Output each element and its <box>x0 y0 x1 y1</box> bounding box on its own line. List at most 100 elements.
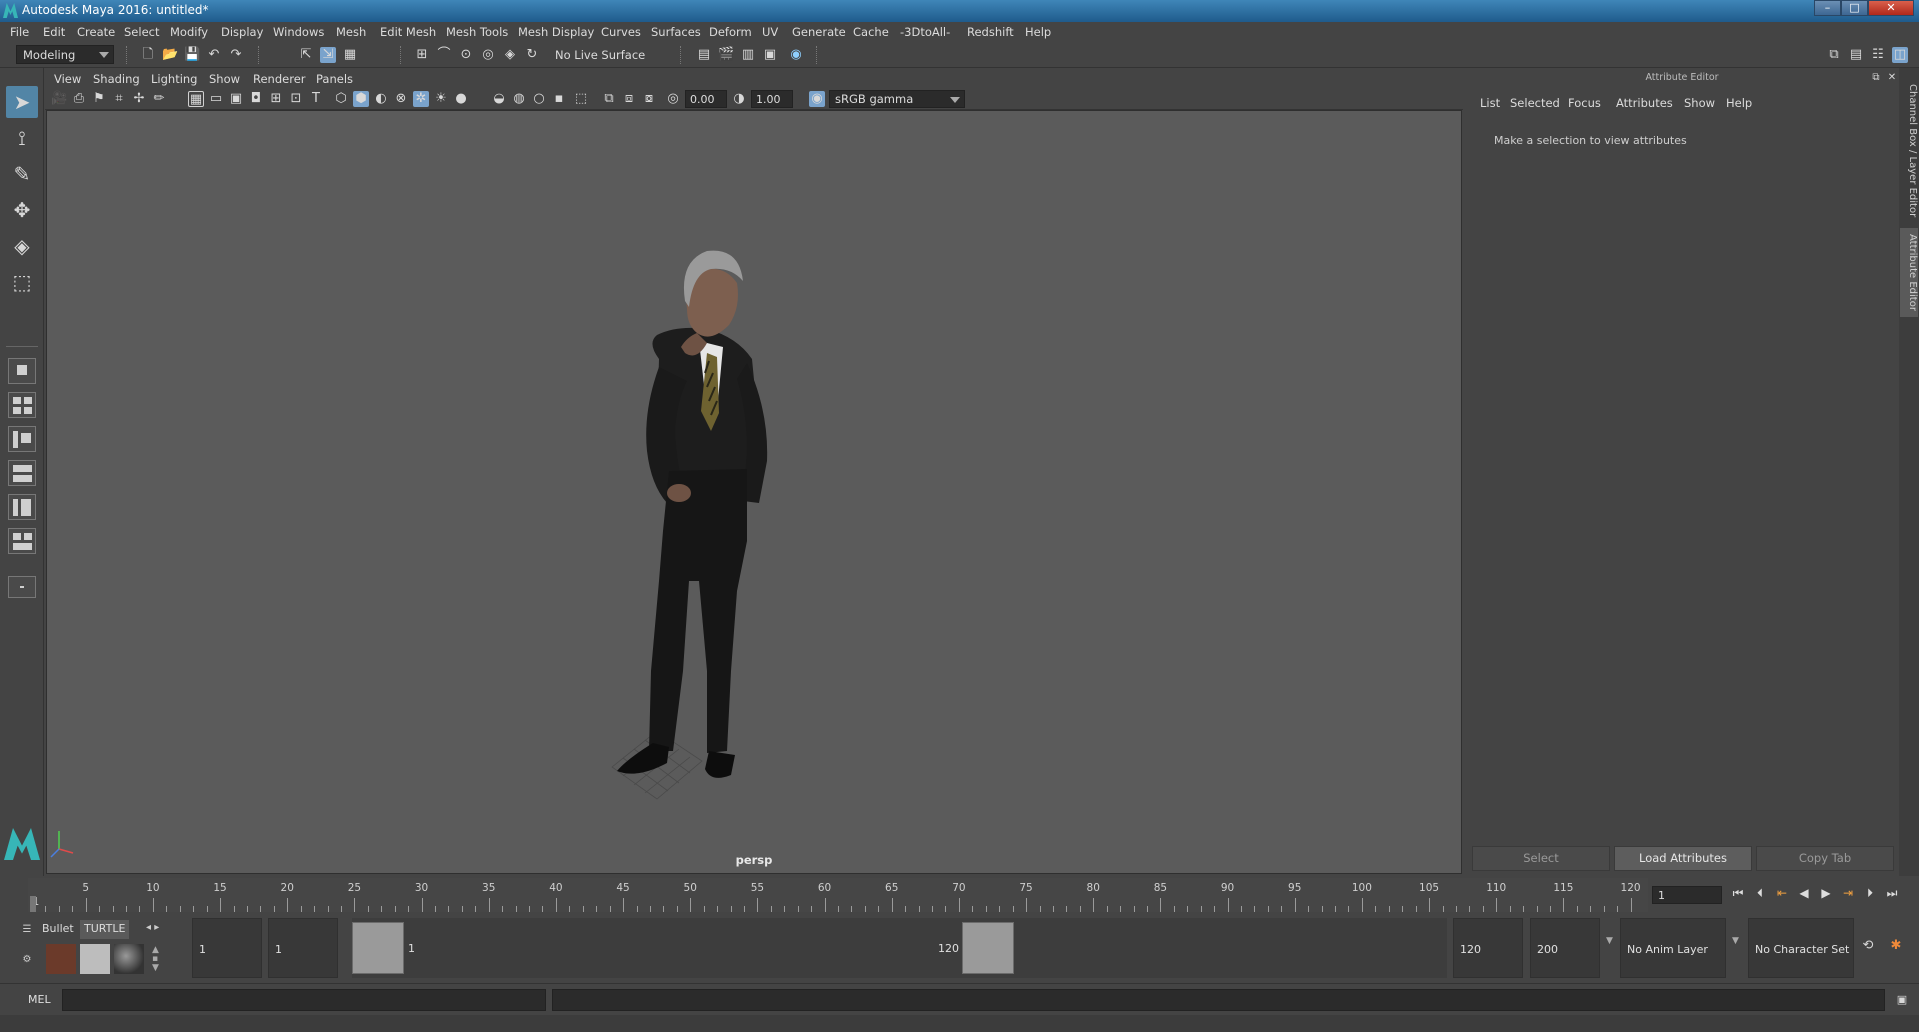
image-plane-icon[interactable]: ⌗ <box>111 91 127 107</box>
persp-hypershade-layout-icon[interactable] <box>8 494 36 520</box>
playback-start-field[interactable]: 1 <box>268 918 338 978</box>
menu-deform[interactable]: Deform <box>709 25 752 39</box>
camera-icon[interactable]: 🎥 <box>51 91 67 107</box>
xray-components-icon[interactable]: ⧈ <box>621 91 637 107</box>
select-component-icon[interactable]: ▦ <box>342 47 358 63</box>
use-all-lights-icon[interactable]: ✲ <box>413 91 429 107</box>
render-view-icon[interactable]: ▣ <box>762 47 778 63</box>
depth-of-field-icon[interactable]: ○ <box>531 91 547 107</box>
save-scene-icon[interactable]: 💾 <box>184 47 200 63</box>
menu-curves[interactable]: Curves <box>601 25 641 39</box>
character-set-dropdown[interactable]: No Character Set <box>1748 918 1854 978</box>
snap-surface-icon[interactable]: ◈ <box>502 47 518 63</box>
auto-key-icon[interactable]: ⟲ <box>1860 938 1876 954</box>
step-back-key-icon[interactable]: ⇤ <box>1772 886 1792 904</box>
exposure-icon[interactable]: ◎ <box>665 91 681 107</box>
step-back-frame-icon[interactable]: ⏴ <box>1750 886 1770 904</box>
menu-mesh[interactable]: Mesh <box>336 25 366 39</box>
field-chart-icon[interactable]: ⊞ <box>268 91 284 107</box>
move-tool-icon[interactable]: ✥ <box>6 194 38 226</box>
safe-title-icon[interactable]: T <box>308 91 324 107</box>
shelf-settings-icon[interactable]: ⚙ <box>20 954 34 968</box>
attr-menu-focus[interactable]: Focus <box>1568 96 1601 110</box>
four-view-layout-icon[interactable] <box>8 392 36 418</box>
redo-icon[interactable]: ↷ <box>228 47 244 63</box>
grease-pencil-icon[interactable]: ✏ <box>151 91 167 107</box>
motion-blur-icon[interactable]: ◒ <box>491 91 507 107</box>
menu-cache[interactable]: Cache <box>853 25 889 39</box>
redshift-shelf-icon[interactable] <box>46 944 76 974</box>
shadows-icon[interactable]: ☀ <box>433 91 449 107</box>
anim-layer-dropdown[interactable]: No Anim Layer <box>1620 918 1726 978</box>
gate-mask-icon[interactable]: ◘ <box>248 91 264 107</box>
safe-action-icon[interactable]: ⊡ <box>288 91 304 107</box>
mode-dropdown[interactable]: Modeling <box>16 45 114 64</box>
animation-preferences-icon[interactable]: ✱ <box>1888 938 1904 954</box>
time-ruler[interactable]: 1 5 10 15 20 25 30 35 40 45 50 55 60 65 70 75 80 85 90 95 10… <box>28 878 1648 912</box>
range-start-handle[interactable] <box>352 922 404 974</box>
go-to-start-icon[interactable]: ⏮ <box>1728 886 1748 904</box>
menu-display[interactable]: Display <box>221 25 263 39</box>
bookmark-icon[interactable]: ⚑ <box>91 91 107 107</box>
live-surface-label[interactable]: No Live Surface <box>555 48 645 62</box>
shelf-tab-scroll-icon[interactable]: ◂ ▸ <box>146 922 159 933</box>
close-panel-icon[interactable]: ✕ <box>1884 70 1900 86</box>
tool-settings-icon[interactable]: ☷ <box>1870 47 1886 63</box>
snap-point-icon[interactable]: ⊙ <box>458 47 474 63</box>
attr-menu-attributes[interactable]: Attributes <box>1616 96 1673 110</box>
script-editor-icon[interactable]: ▣ <box>1894 992 1910 1008</box>
attribute-editor-tab[interactable]: Attribute Editor <box>1900 228 1918 317</box>
menu-edit[interactable]: Edit <box>43 25 65 39</box>
menu-edit-mesh[interactable]: Edit Mesh <box>380 25 436 39</box>
gamma-icon[interactable]: ◑ <box>731 91 747 107</box>
ipr-render-icon[interactable]: ▥ <box>740 47 756 63</box>
snap-live-icon[interactable]: ↻ <box>524 47 540 63</box>
resolution-gate-icon[interactable]: ▣ <box>228 91 244 107</box>
snap-view-icon[interactable]: ◎ <box>480 47 496 63</box>
render-settings-icon[interactable]: ▤ <box>696 47 712 63</box>
panel-menu-show[interactable]: Show <box>209 72 240 86</box>
film-gate-icon[interactable]: ▭ <box>208 91 224 107</box>
scale-tool-icon[interactable]: ⬚ <box>6 266 38 298</box>
color-management-icon[interactable]: ◉ <box>809 91 825 107</box>
channel-box-tab[interactable]: Channel Box / Layer Editor <box>1900 78 1918 223</box>
panel-menu-shading[interactable]: Shading <box>93 72 140 86</box>
menu-surfaces[interactable]: Surfaces <box>651 25 701 39</box>
float-panel-icon[interactable]: ⧉ <box>1868 70 1884 86</box>
modeling-toolkit-icon[interactable]: ⧉ <box>1826 47 1842 63</box>
screen-space-ao-icon[interactable]: ● <box>453 91 469 107</box>
multisample-aa-icon[interactable]: ◍ <box>511 91 527 107</box>
select-object-icon[interactable]: ⇲ <box>320 47 336 63</box>
xray-icon[interactable]: ▪ <box>551 91 567 107</box>
menu-mesh-display[interactable]: Mesh Display <box>518 25 594 39</box>
render-shelf-icon[interactable] <box>80 944 110 974</box>
persp-graph-outliner-layout-icon[interactable] <box>8 528 36 554</box>
lasso-tool-icon[interactable]: ⟟ <box>6 122 38 154</box>
attr-menu-show[interactable]: Show <box>1684 96 1715 110</box>
playback-end-field[interactable]: 120 <box>1453 918 1523 978</box>
restore-button[interactable]: □ <box>1841 0 1868 16</box>
sphere-shelf-icon[interactable] <box>114 944 144 974</box>
attr-menu-help[interactable]: Help <box>1726 96 1752 110</box>
copy-tab-button[interactable]: Copy Tab <box>1756 846 1894 871</box>
shelf-tab-turtle[interactable]: TURTLE <box>80 920 130 939</box>
wireframe-on-shaded-icon[interactable]: ◐ <box>373 91 389 107</box>
hypershade-icon[interactable]: ◉ <box>788 47 804 63</box>
grid-icon[interactable]: ▦ <box>188 91 204 107</box>
close-button[interactable]: ✕ <box>1868 0 1914 16</box>
xray-joints-icon[interactable]: ⧉ <box>601 91 617 107</box>
panel-menu-view[interactable]: View <box>54 72 81 86</box>
exposure-field[interactable]: 0.00 <box>685 90 727 108</box>
menu-redshift[interactable]: Redshift <box>967 25 1014 39</box>
panel-menu-panels[interactable]: Panels <box>316 72 353 86</box>
snap-curve-icon[interactable]: ⌒ <box>436 47 452 63</box>
shelf-scroll-icon[interactable]: ▲ ▪ ▼ <box>152 946 159 973</box>
step-forward-frame-icon[interactable]: ⏵ <box>1860 886 1880 904</box>
chevron-down-icon[interactable]: ▼ <box>1606 936 1618 948</box>
menu-generate[interactable]: Generate <box>792 25 846 39</box>
menu-select[interactable]: Select <box>124 25 159 39</box>
minimize-button[interactable]: – <box>1814 0 1841 16</box>
select-button[interactable]: Select <box>1472 846 1610 871</box>
select-hierarchy-icon[interactable]: ⇱ <box>298 47 314 63</box>
range-end-handle[interactable] <box>962 922 1014 974</box>
